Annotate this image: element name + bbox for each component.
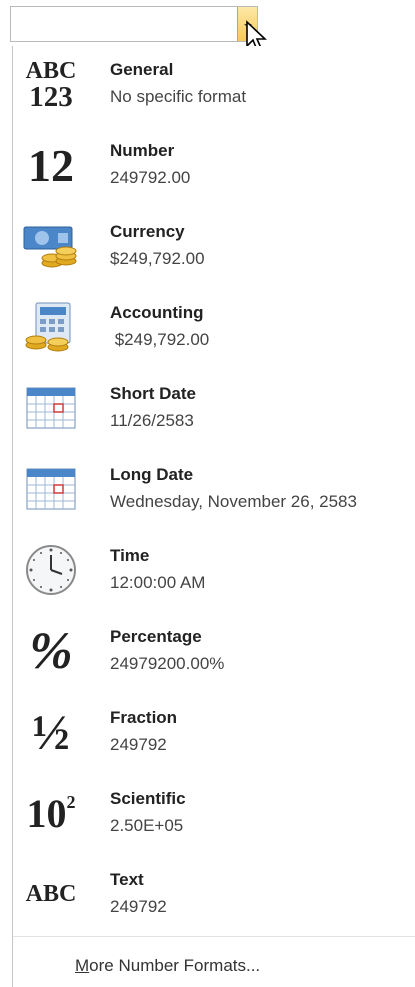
format-title: Accounting bbox=[110, 303, 204, 322]
format-item-number[interactable]: 12 Number 249792.00 bbox=[13, 127, 415, 208]
format-title: Short Date bbox=[110, 384, 196, 403]
format-title: General bbox=[110, 60, 174, 79]
format-sample: 2.50E+05 bbox=[110, 816, 184, 835]
format-sample: $249,792.00 bbox=[110, 330, 210, 349]
clock-icon bbox=[21, 542, 81, 598]
format-sample: 12:00:00 AM bbox=[110, 573, 206, 592]
calendar-icon bbox=[21, 380, 81, 436]
accounting-icon bbox=[21, 299, 81, 355]
format-title: Time bbox=[110, 546, 150, 565]
format-title: Text bbox=[110, 870, 144, 889]
format-item-time[interactable]: Time 12:00:00 AM bbox=[13, 532, 415, 613]
currency-icon bbox=[21, 218, 81, 274]
text-abc-icon: ABC bbox=[25, 880, 77, 907]
format-title: Currency bbox=[110, 222, 185, 241]
format-sample: No specific format bbox=[110, 87, 247, 106]
format-title: Scientific bbox=[110, 789, 186, 808]
more-number-formats-link[interactable]: More Number Formats... bbox=[75, 956, 260, 976]
format-sample: $249,792.00 bbox=[110, 249, 205, 268]
number-format-dropdown: ABC 123 General No specific format 12 Nu… bbox=[12, 46, 415, 987]
format-title: Number bbox=[110, 141, 175, 160]
scientific-icon: 102 bbox=[26, 790, 76, 836]
format-sample: 249792.00 bbox=[110, 168, 191, 187]
format-sample: 24979200.00% bbox=[110, 654, 225, 673]
fraction-icon: ½ bbox=[32, 704, 70, 760]
format-item-fraction[interactable]: ½ Fraction 249792 bbox=[13, 694, 415, 775]
format-title: Percentage bbox=[110, 627, 202, 646]
format-item-scientific[interactable]: 102 Scientific 2.50E+05 bbox=[13, 775, 415, 856]
abc-123-icon: ABC 123 bbox=[25, 58, 77, 113]
percent-icon: % bbox=[29, 622, 73, 680]
format-item-short-date[interactable]: Short Date 11/26/2583 bbox=[13, 370, 415, 451]
format-sample: Wednesday, November 26, 2583 bbox=[110, 492, 357, 511]
menu-separator bbox=[13, 936, 415, 937]
format-item-text[interactable]: ABC Text 249792 bbox=[13, 856, 415, 937]
format-title: Fraction bbox=[110, 708, 178, 727]
format-title: Long Date bbox=[110, 465, 194, 484]
format-sample: 11/26/2583 bbox=[110, 411, 194, 430]
format-item-currency[interactable]: Currency $249,792.00 bbox=[13, 208, 415, 289]
format-item-long-date[interactable]: Long Date Wednesday, November 26, 2583 bbox=[13, 451, 415, 532]
format-item-general[interactable]: ABC 123 General No specific format bbox=[13, 46, 415, 127]
number-12-icon: 12 bbox=[28, 139, 74, 191]
format-item-percentage[interactable]: % Percentage 24979200.00% bbox=[13, 613, 415, 694]
calendar-icon bbox=[21, 461, 81, 517]
number-format-combobox[interactable] bbox=[10, 6, 258, 42]
format-sample: 249792 bbox=[110, 897, 167, 916]
format-sample: 249792 bbox=[110, 735, 167, 754]
format-item-accounting[interactable]: Accounting $249,792.00 bbox=[13, 289, 415, 370]
